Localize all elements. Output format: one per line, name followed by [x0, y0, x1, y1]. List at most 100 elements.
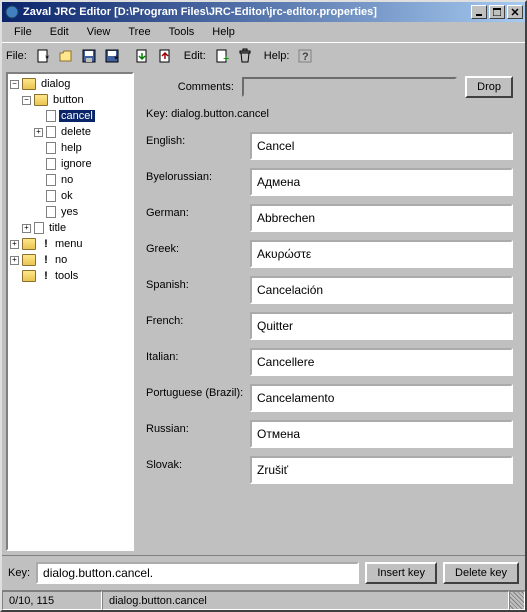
language-input[interactable]	[250, 420, 513, 448]
save-icon[interactable]	[78, 45, 100, 67]
folder-closed-icon	[22, 270, 36, 282]
tree-item-delete[interactable]: delete	[59, 126, 93, 138]
language-input[interactable]	[250, 312, 513, 340]
tree-item-help[interactable]: help	[59, 142, 84, 154]
comments-input[interactable]	[242, 77, 457, 97]
new-key-icon[interactable]: +	[211, 45, 233, 67]
language-row: Portuguese (Brazil):	[146, 384, 513, 412]
menu-tree[interactable]: Tree	[120, 24, 158, 40]
tree-item-cancel[interactable]: cancel	[59, 110, 95, 122]
language-row: Greek:	[146, 240, 513, 268]
tree-toggle[interactable]: +	[22, 224, 31, 233]
tree-toggle[interactable]: −	[22, 96, 31, 105]
language-row: English:	[146, 132, 513, 160]
language-label: English:	[146, 132, 250, 147]
language-label: Italian:	[146, 348, 250, 363]
page-icon	[46, 110, 56, 122]
menubar: File Edit View Tree Tools Help	[2, 22, 525, 42]
folder-closed-icon	[22, 238, 36, 250]
toolbar-edit-label: Edit:	[184, 50, 206, 62]
language-row: French:	[146, 312, 513, 340]
menu-view[interactable]: View	[79, 24, 119, 40]
import-icon[interactable]	[131, 45, 153, 67]
page-icon	[46, 158, 56, 170]
language-label: German:	[146, 204, 250, 219]
language-label: French:	[146, 312, 250, 327]
menu-file[interactable]: File	[6, 24, 40, 40]
svg-text:*: *	[45, 53, 50, 64]
language-input[interactable]	[250, 456, 513, 484]
language-input[interactable]	[250, 348, 513, 376]
warning-icon: !	[39, 238, 53, 250]
language-input[interactable]	[250, 384, 513, 412]
toolbar-file-label: File:	[6, 50, 27, 62]
tree-item-ok[interactable]: ok	[59, 190, 75, 202]
window-title: Zaval JRC Editor [D:\Program Files\JRC-E…	[23, 6, 471, 18]
language-label: Greek:	[146, 240, 250, 255]
language-label: Byelorussian:	[146, 168, 250, 183]
tree-item-ignore[interactable]: ignore	[59, 158, 94, 170]
page-icon	[46, 174, 56, 186]
language-row: Russian:	[146, 420, 513, 448]
help-icon[interactable]: ?	[294, 45, 316, 67]
app-icon	[4, 4, 20, 20]
tree-item-no[interactable]: no	[59, 174, 75, 186]
close-button[interactable]	[507, 5, 523, 19]
language-input[interactable]	[250, 276, 513, 304]
tree-item-no2[interactable]: no	[53, 254, 69, 266]
delete-key-button[interactable]: Delete key	[443, 562, 519, 584]
folder-open-icon	[22, 78, 36, 90]
tree-toggle[interactable]: +	[34, 128, 43, 137]
language-input[interactable]	[250, 240, 513, 268]
folder-closed-icon	[22, 254, 36, 266]
comments-label: Comments:	[146, 81, 234, 93]
svg-text:+: +	[223, 53, 229, 64]
tree-toggle[interactable]: +	[10, 240, 19, 249]
menu-tools[interactable]: Tools	[161, 24, 203, 40]
svg-text:*: *	[114, 54, 119, 64]
tree-item-title[interactable]: title	[47, 222, 68, 234]
tree-item-button[interactable]: button	[51, 94, 86, 106]
export-icon[interactable]	[154, 45, 176, 67]
language-input[interactable]	[250, 168, 513, 196]
minimize-button[interactable]	[471, 5, 487, 19]
page-icon	[34, 222, 44, 234]
key-input[interactable]	[36, 562, 359, 584]
page-icon	[46, 142, 56, 154]
drop-button[interactable]: Drop	[465, 76, 513, 98]
tree-item-tools[interactable]: tools	[53, 270, 80, 282]
key-row: Key: Insert key Delete key	[2, 555, 525, 590]
statusbar: 0/10, 115 dialog.button.cancel	[2, 590, 525, 610]
titlebar: Zaval JRC Editor [D:\Program Files\JRC-E…	[2, 2, 525, 22]
tree-item-menu[interactable]: menu	[53, 238, 85, 250]
menu-help[interactable]: Help	[204, 24, 243, 40]
tree-item-yes[interactable]: yes	[59, 206, 80, 218]
language-row: Byelorussian:	[146, 168, 513, 196]
tree-item-dialog[interactable]: dialog	[39, 78, 72, 90]
maximize-button[interactable]	[489, 5, 505, 19]
content-panel: Comments: Drop Key: dialog.button.cancel…	[138, 72, 521, 551]
warning-icon: !	[39, 270, 53, 282]
language-row: Slovak:	[146, 456, 513, 484]
language-input[interactable]	[250, 132, 513, 160]
toolbar: File: * * Edit: + Help: ?	[2, 42, 525, 68]
insert-key-button[interactable]: Insert key	[365, 562, 437, 584]
menu-edit[interactable]: Edit	[42, 24, 77, 40]
new-file-icon[interactable]: *	[32, 45, 54, 67]
folder-open-icon	[34, 94, 48, 106]
page-icon	[46, 126, 56, 138]
page-icon	[46, 190, 56, 202]
tree-toggle[interactable]: +	[10, 256, 19, 265]
open-file-icon[interactable]	[55, 45, 77, 67]
toolbar-help-label: Help:	[264, 50, 290, 62]
language-label: Russian:	[146, 420, 250, 435]
delete-key-icon[interactable]	[234, 45, 256, 67]
tree-toggle[interactable]: −	[10, 80, 19, 89]
tree-panel[interactable]: −dialog −button cancel +delete help igno…	[6, 72, 134, 551]
save-as-icon[interactable]: *	[101, 45, 123, 67]
resize-grip[interactable]	[509, 591, 525, 610]
page-icon	[46, 206, 56, 218]
status-left: 0/10, 115	[2, 591, 102, 610]
key-label: Key:	[8, 567, 30, 579]
language-input[interactable]	[250, 204, 513, 232]
